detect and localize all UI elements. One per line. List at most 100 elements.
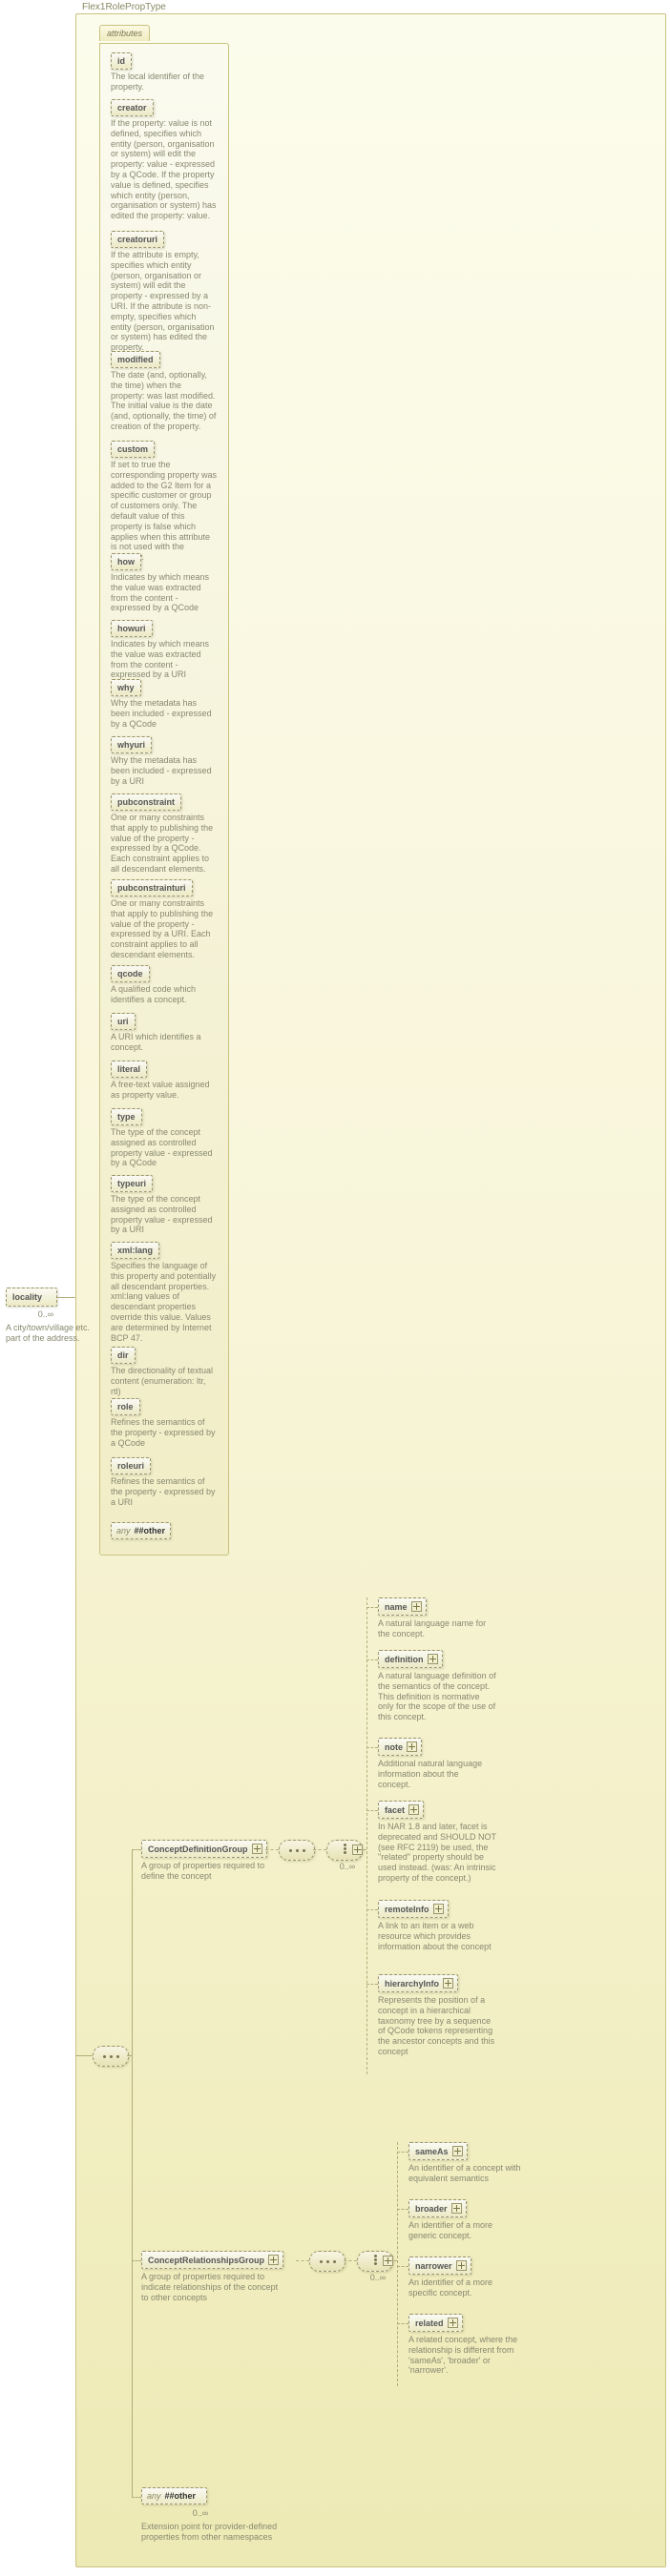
root-element-label: locality (12, 1292, 42, 1302)
cdg-sequence (279, 1840, 315, 1861)
attr-dir: dir (111, 1347, 136, 1364)
expand-icon (443, 1978, 453, 1989)
cdg-desc: A group of properties required to define… (141, 1861, 275, 1882)
attr-creator-label: creator (117, 103, 147, 113)
attr-modified-desc: The date (and, optionally, the time) whe… (111, 370, 218, 432)
attr-why-label: why (117, 683, 135, 692)
attr-qcode: qcode (111, 965, 150, 982)
attr-type-desc: The type of the concept assigned as cont… (111, 1127, 218, 1168)
root-desc: A city/town/village etc. part of the add… (6, 1323, 101, 1344)
attr-any-other: any ##other (111, 1522, 171, 1539)
any-label: any (116, 1526, 131, 1535)
attr-creatoruri-label: creatoruri (117, 235, 157, 244)
attr-xmllang: xml:lang (111, 1242, 159, 1259)
cdg-child-def-desc: A natural language definition of the sem… (378, 1671, 496, 1722)
cdg-child-facet: facet (378, 1801, 424, 1819)
attr-creatoruri-desc: If the attribute is empty, specifies whi… (111, 250, 218, 353)
diagram-canvas: Flex1RolePropType locality 0..∞ A city/t… (0, 0, 670, 2576)
conn-crg-to-comp (296, 2260, 309, 2261)
crg-child-sameas-desc: An identifier of a concept with equivale… (408, 2163, 523, 2184)
expand-icon (252, 1844, 262, 1854)
expand-icon (411, 1601, 422, 1612)
attr-custom: custom (111, 441, 155, 458)
c-h-hier (366, 1984, 378, 1985)
attr-role-desc: Refines the semantics of the property - … (111, 1417, 218, 1448)
expand-icon (407, 1741, 417, 1752)
attr-how-desc: Indicates by which means the value was e… (111, 572, 218, 613)
crg-child-sameas-label: sameAs (415, 2147, 449, 2156)
expand-icon (448, 2318, 458, 2328)
crg-child-related: related (408, 2314, 463, 2332)
conn-to-cdg (132, 1849, 141, 1850)
c-h-remote (366, 1909, 378, 1910)
bottom-any-desc: Extension point for provider-defined pro… (141, 2522, 284, 2543)
conn-type-to-seq (75, 2055, 93, 2056)
cdg-child-remote-label: remoteInfo (385, 1905, 429, 1914)
cdg-child-facet-label: facet (385, 1805, 405, 1815)
attr-pubconstraint: pubconstraint (111, 793, 181, 811)
attributes-tab-label: attributes (107, 29, 142, 38)
attr-creator-desc: If the property: value is not defined, s… (111, 118, 218, 221)
cdg-child-definition: definition (378, 1650, 443, 1668)
attr-dir-desc: The directionality of textual content (e… (111, 1366, 218, 1396)
main-sequence (93, 2046, 129, 2067)
c-h-narrower (397, 2266, 408, 2267)
cdg-child-note: note (378, 1738, 422, 1756)
crg-child-broader: broader (408, 2199, 467, 2217)
cdg-choice-occ: 0..∞ (334, 1862, 361, 1871)
conn-root-to-type (57, 1297, 75, 1298)
bottom-any-ns: ##other (165, 2491, 197, 2501)
attr-qcode-label: qcode (117, 969, 143, 979)
attr-role-label: role (117, 1402, 134, 1412)
type-label: Flex1RolePropType (82, 2, 166, 12)
conn-seq-vert (132, 1849, 133, 2498)
crg-child-narrower-desc: An identifier of a more specific concept… (408, 2277, 523, 2298)
expand-icon (408, 1804, 419, 1815)
cdg-child-note-desc: Additional natural language information … (378, 1759, 492, 1789)
attr-xmllang-desc: Specifies the language of this property … (111, 1261, 218, 1343)
crg-label: ConceptRelationshipsGroup (148, 2256, 264, 2265)
expand-icon (452, 2146, 463, 2156)
c-h-related (397, 2323, 408, 2324)
cdg-child-def-label: definition (385, 1655, 424, 1664)
cdg-child-hier-desc: Represents the position of a concept in … (378, 1995, 500, 2057)
attr-whyuri-label: whyuri (117, 740, 145, 750)
attr-id-label: id (117, 56, 125, 66)
c-h-note (366, 1747, 378, 1748)
crg-child-related-desc: A related concept, where the relationshi… (408, 2335, 527, 2376)
crg-child-broader-label: broader (415, 2204, 448, 2214)
attr-literal-label: literal (117, 1064, 140, 1074)
cdg-child-remote-desc: A link to an item or a web resource whic… (378, 1921, 496, 1951)
cdg-child-remoteinfo: remoteInfo (378, 1900, 449, 1918)
conn-crg-children-v (397, 2142, 398, 2386)
conn-cdg-children-v (366, 1597, 367, 2074)
attr-qcode-desc: A qualified code which identifies a conc… (111, 984, 218, 1005)
crg-desc: A group of properties required to indica… (141, 2272, 284, 2302)
bottom-any: any ##other (141, 2487, 207, 2504)
attr-howuri-label: howuri (117, 624, 146, 633)
attr-uri: uri (111, 1013, 136, 1030)
expand-icon (433, 1904, 444, 1914)
attr-id: id (111, 52, 132, 70)
attr-id-desc: The local identifier of the property. (111, 72, 218, 93)
attr-roleuri-desc: Refines the semantics of the property - … (111, 1476, 218, 1507)
any-label-2: any (147, 2491, 161, 2501)
attr-role: role (111, 1398, 140, 1415)
expand-icon (268, 2255, 279, 2265)
attr-whyuri-desc: Why the metadata has been included - exp… (111, 755, 218, 786)
concept-definition-group: ConceptDefinitionGroup (141, 1840, 267, 1858)
crg-child-narrower-label: narrower (415, 2261, 452, 2271)
attr-uri-desc: A URI which identifies a concept. (111, 1032, 218, 1053)
attr-howuri-desc: Indicates by which means the value was e… (111, 639, 218, 680)
attr-why: why (111, 679, 141, 696)
attr-dir-label: dir (117, 1350, 129, 1360)
attr-type: type (111, 1108, 142, 1125)
attr-xmllang-label: xml:lang (117, 1246, 153, 1255)
attr-how-label: how (117, 557, 135, 567)
concept-relationships-group: ConceptRelationshipsGroup (141, 2251, 283, 2269)
attr-creatoruri: creatoruri (111, 231, 164, 248)
crg-child-broader-desc: An identifier of a more generic concept. (408, 2220, 523, 2241)
cdg-child-name-label: name (385, 1602, 408, 1612)
attr-pubconstraint-desc: One or many constraints that apply to pu… (111, 813, 218, 875)
c-h-def (366, 1659, 378, 1660)
